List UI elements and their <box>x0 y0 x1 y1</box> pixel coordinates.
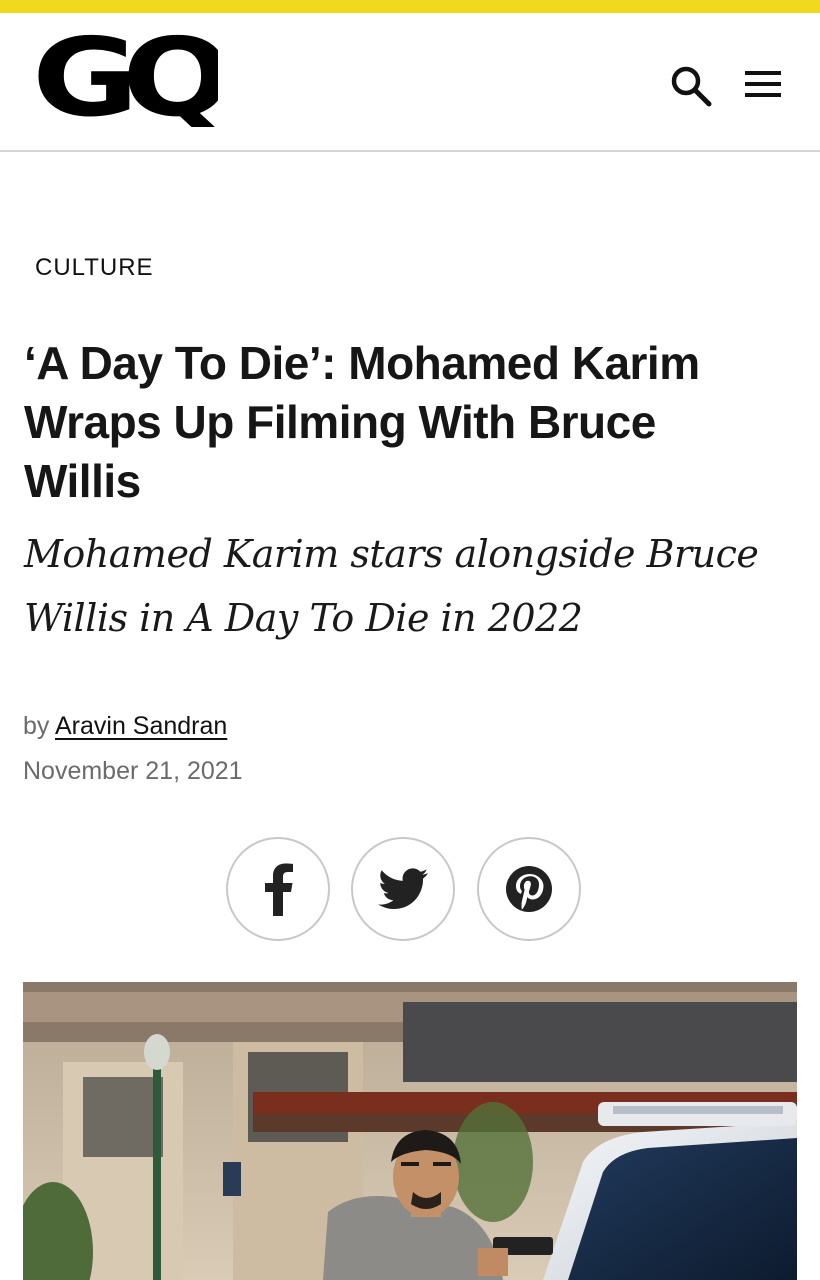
article-category[interactable]: CULTURE <box>35 254 154 282</box>
headline-line: ‘A Day To Die’: Mohamed Karim <box>24 337 700 389</box>
author-link[interactable]: Aravin Sandran <box>55 712 227 740</box>
headline-line: Wraps Up Filming With Bruce <box>24 396 656 448</box>
svg-text:GQ: GQ <box>32 27 218 127</box>
byline-prefix: by <box>23 712 50 740</box>
facebook-icon <box>265 863 293 916</box>
gq-logo[interactable]: GQ <box>32 27 218 127</box>
byline: by Aravin Sandran <box>23 712 227 741</box>
hero-photo[interactable] <box>23 982 797 1280</box>
share-twitter-button[interactable] <box>351 837 455 941</box>
article-dek: Mohamed Karim stars alongside Bruce Will… <box>24 522 794 650</box>
search-icon <box>671 66 712 107</box>
site-header: GQ <box>0 13 820 152</box>
dek-line: Willis in A Day To Die in 2022 <box>24 596 583 640</box>
pinterest-icon <box>506 866 552 912</box>
publish-date: November 21, 2021 <box>23 757 243 785</box>
article-headline: ‘A Day To Die’: Mohamed Karim Wraps Up F… <box>24 334 784 511</box>
share-pinterest-button[interactable] <box>477 837 581 941</box>
share-facebook-button[interactable] <box>226 837 330 941</box>
headline-line: Willis <box>24 455 141 507</box>
top-accent-bar <box>0 0 820 13</box>
twitter-icon <box>378 868 428 909</box>
search-button[interactable] <box>668 63 714 109</box>
menu-button[interactable] <box>742 65 784 105</box>
dek-line: Mohamed Karim stars alongside Bruce <box>24 532 759 576</box>
hero-image <box>23 982 797 1280</box>
hamburger-menu-icon <box>745 71 781 97</box>
